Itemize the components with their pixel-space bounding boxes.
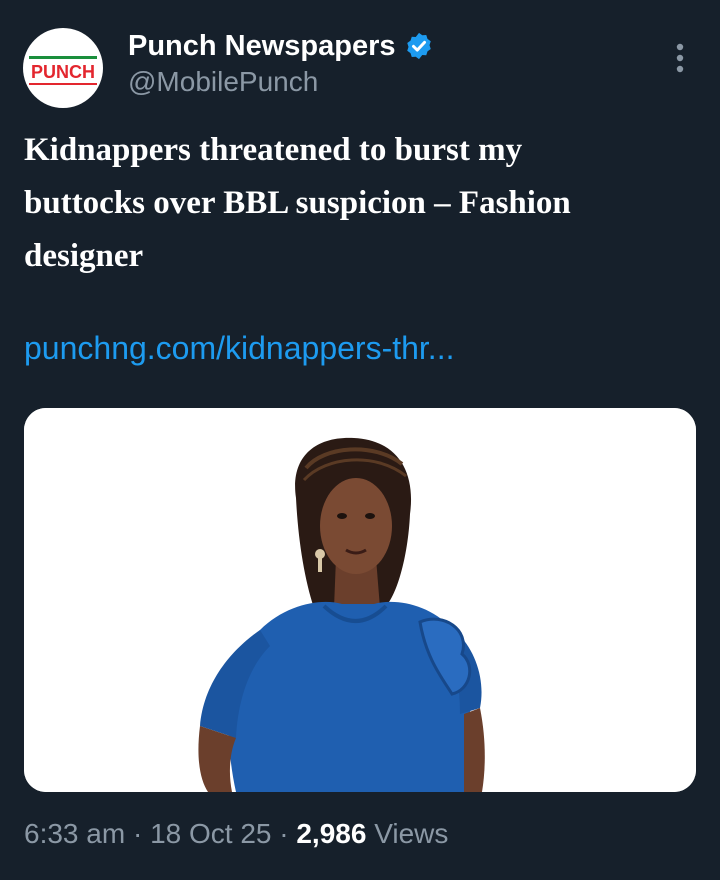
tweet-text-line: buttocks over BBL suspicion – Fashion: [24, 185, 571, 221]
meta-separator: ·: [279, 818, 289, 849]
author-handle[interactable]: @MobilePunch: [128, 66, 318, 98]
author-row: Punch Newspapers: [128, 28, 434, 64]
views-count[interactable]: 2,986: [296, 818, 366, 849]
meta-separator: ·: [132, 818, 143, 849]
avatar-logo-text: PUNCH: [31, 62, 95, 82]
media-card-image[interactable]: [24, 408, 696, 792]
punch-logo-icon: PUNCH: [29, 56, 97, 85]
tweet-text-line: designer: [24, 238, 144, 274]
tweet-meta: 6:33 am · 18 Oct 25 · 2,986 Views: [24, 818, 448, 850]
display-name[interactable]: Punch Newspapers: [128, 30, 396, 63]
tweet-text-line: Kidnappers threatened to burst my: [24, 132, 523, 168]
profile-avatar[interactable]: PUNCH: [23, 28, 103, 108]
more-options-button[interactable]: [662, 40, 698, 76]
views-label: Views: [374, 818, 449, 849]
tweet-date[interactable]: 18 Oct 25: [150, 818, 271, 849]
article-link[interactable]: punchng.com/kidnappers-thr...: [24, 330, 454, 367]
tweet-time[interactable]: 6:33 am: [24, 818, 125, 849]
article-photo: [24, 408, 696, 792]
more-vertical-icon: [676, 43, 684, 73]
tweet-text: Kidnappers threatened to burst my buttoc…: [24, 124, 664, 283]
verified-badge-icon: [404, 31, 434, 61]
